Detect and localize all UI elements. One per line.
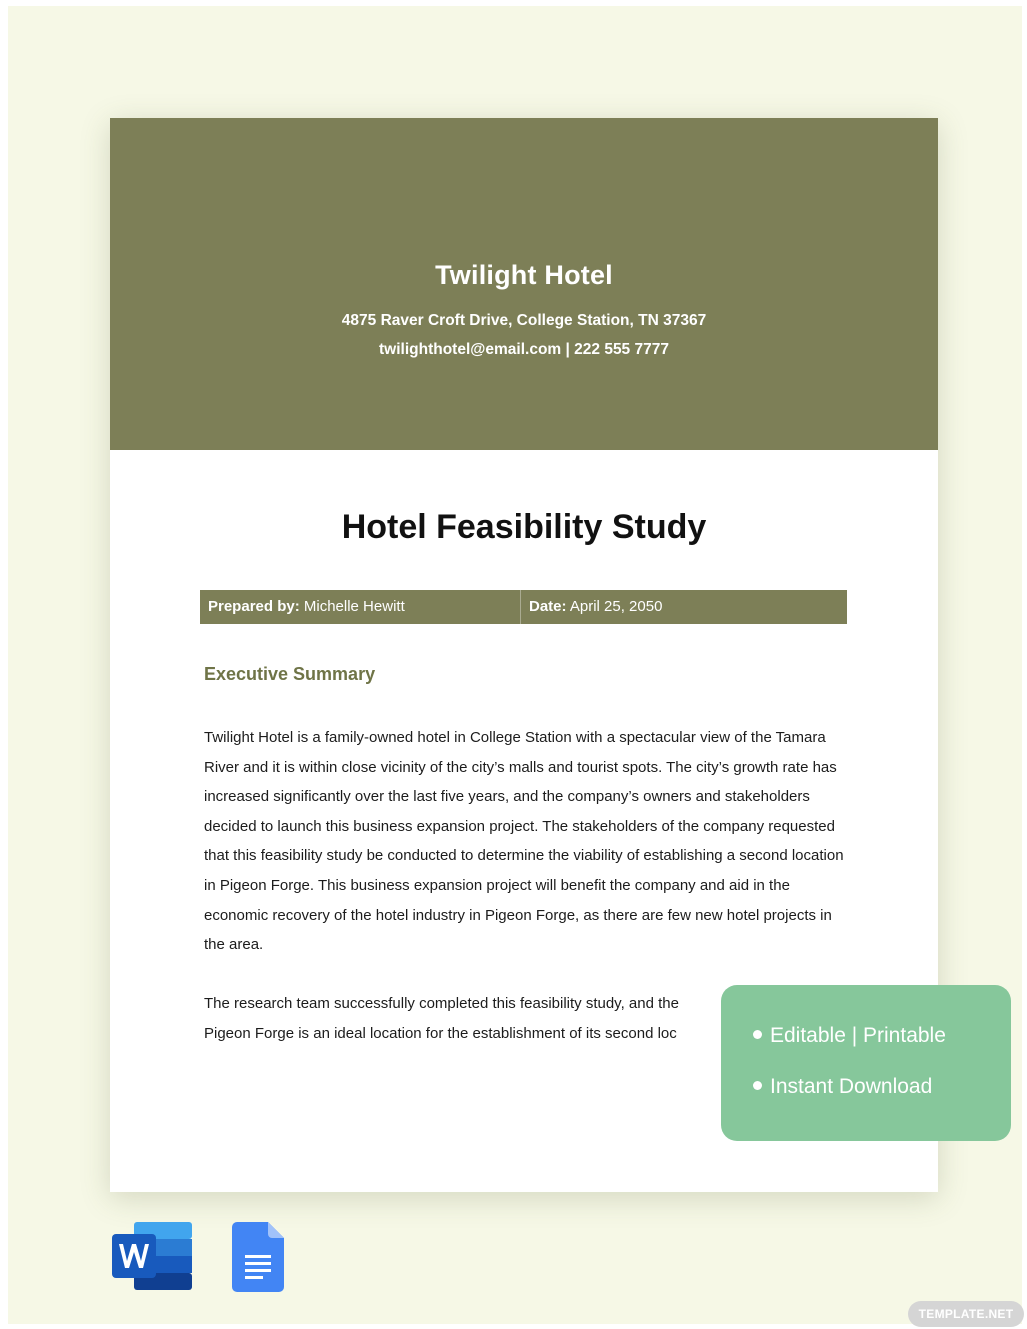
meta-bar: Prepared by: Michelle Hewitt Date: April… bbox=[200, 590, 847, 624]
features-badge: Editable | Printable Instant Download bbox=[721, 985, 1011, 1141]
bullet-icon bbox=[753, 1080, 762, 1090]
hotel-name: Twilight Hotel bbox=[435, 260, 613, 290]
date-value: April 25, 2050 bbox=[569, 598, 663, 615]
hotel-contact: twilighthotel@email.com | 222 555 7777 bbox=[379, 341, 669, 358]
prepared-by-value: Michelle Hewitt bbox=[303, 598, 405, 615]
badge-item-editable: Editable | Printable bbox=[753, 1024, 946, 1048]
prepared-by-cell: Prepared by: Michelle Hewitt bbox=[200, 590, 520, 624]
date-label: Date: bbox=[529, 598, 567, 615]
watermark: TEMPLATE.NET bbox=[908, 1301, 1024, 1327]
word-icon[interactable] bbox=[112, 1222, 192, 1290]
date-cell: Date: April 25, 2050 bbox=[520, 590, 847, 624]
badge-text-editable: Editable | Printable bbox=[770, 1024, 946, 1047]
bullet-icon bbox=[753, 1029, 762, 1039]
badge-text-download: Instant Download bbox=[770, 1075, 933, 1098]
document-title: Hotel Feasibility Study bbox=[341, 508, 707, 546]
prepared-by-label: Prepared by: bbox=[208, 598, 300, 615]
executive-summary-heading: Executive Summary bbox=[204, 664, 376, 684]
hotel-address: 4875 Raver Croft Drive, College Station,… bbox=[341, 312, 707, 329]
executive-summary-paragraph-1: Twilight Hotel is a family-owned hotel i… bbox=[204, 729, 844, 954]
google-docs-icon[interactable] bbox=[232, 1222, 284, 1292]
document-header: Twilight Hotel 4875 Raver Croft Drive, C… bbox=[110, 118, 938, 450]
badge-item-download: Instant Download bbox=[753, 1075, 932, 1099]
